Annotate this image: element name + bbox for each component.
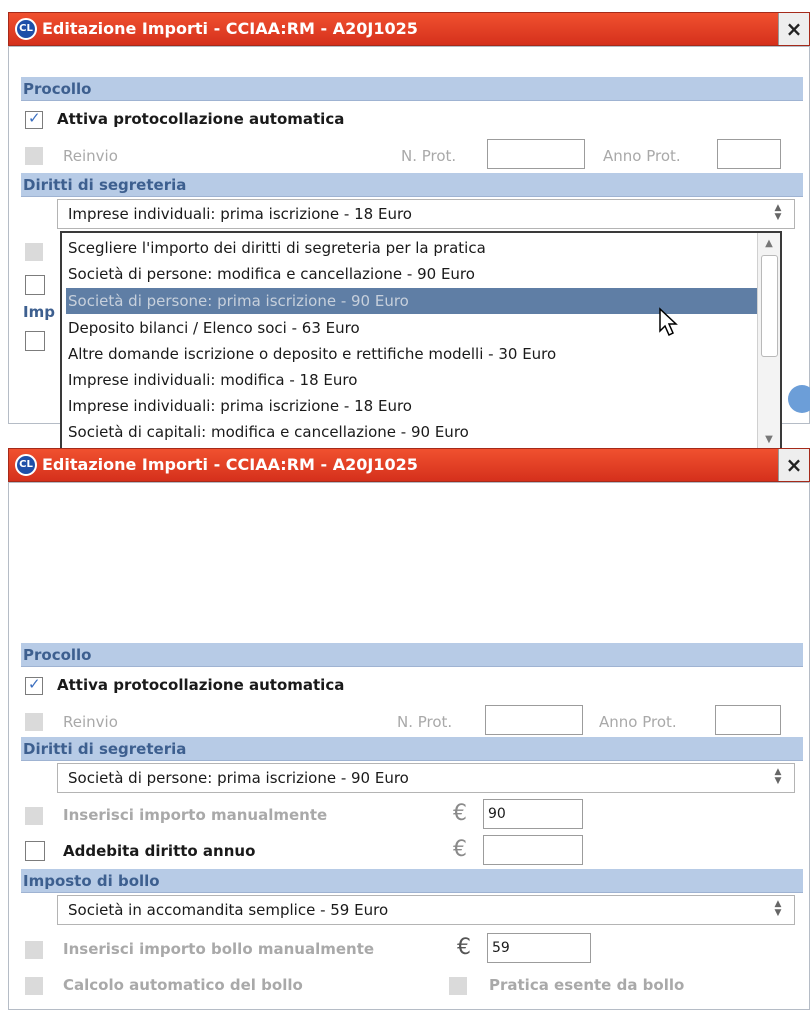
bottom-dialog: CL Editazione Importi - CCIAA:RM - A20J1…: [8, 448, 810, 1010]
diritti-dropdown-list[interactable]: Scegliere l'importo dei diritti di segre…: [60, 231, 782, 453]
window-title: Editazione Importi - CCIAA:RM - A20J1025: [42, 19, 418, 38]
title-bar[interactable]: CL Editazione Importi - CCIAA:RM - A20J1…: [8, 448, 810, 482]
mouse-pointer-icon: [659, 307, 678, 337]
scroll-up-icon[interactable]: ▲: [758, 235, 780, 253]
esente-bollo-checkbox[interactable]: [449, 977, 467, 995]
window-title: Editazione Importi - CCIAA:RM - A20J1025: [42, 455, 418, 474]
attiva-protocollazione-checkbox[interactable]: [25, 675, 43, 695]
dialog-body: Procollo Attiva protocollazione automati…: [8, 482, 810, 1010]
hidden-disabled-checkbox[interactable]: [25, 243, 43, 261]
dropdown-option[interactable]: Società di persone: modifica e cancellaz…: [66, 261, 758, 287]
reinvio-label: Reinvio: [63, 147, 118, 165]
manual-bollo-label: Inserisci importo bollo manualmente: [63, 940, 375, 958]
anno-prot-input[interactable]: [715, 705, 781, 735]
n-prot-input[interactable]: [487, 139, 585, 169]
manual-diritti-row: Inserisci importo manualmente € 90: [21, 799, 801, 829]
esente-bollo-label: Pratica esente da bollo: [489, 976, 685, 994]
euro-icon: €: [453, 801, 467, 826]
anno-prot-input[interactable]: [717, 139, 781, 169]
attiva-protocollazione-checkbox[interactable]: [25, 109, 43, 129]
anno-prot-label: Anno Prot.: [603, 147, 681, 165]
reinvio-label: Reinvio: [63, 713, 118, 731]
attiva-protocollazione-label: Attiva protocollazione automatica: [57, 676, 345, 694]
reinvio-row: Reinvio N. Prot. Anno Prot.: [21, 705, 801, 735]
bollo-select-value: Società in accomandita semplice - 59 Eur…: [68, 901, 389, 919]
section-header-diritti: Diritti di segreteria: [21, 737, 803, 761]
dropdown-option[interactable]: Imprese individuali: modifica - 18 Euro: [66, 367, 758, 393]
top-dialog: CL Editazione Importi - CCIAA:RM - A20J1…: [8, 12, 810, 453]
section-header-procollo: Procollo: [21, 77, 803, 101]
n-prot-label: N. Prot.: [397, 713, 453, 731]
n-prot-label: N. Prot.: [401, 147, 457, 165]
reinvio-checkbox[interactable]: [25, 147, 43, 165]
bollo-options-row: Calcolo automatico del bollo Pratica ese…: [21, 973, 801, 999]
manual-diritti-label: Inserisci importo manualmente: [63, 806, 328, 824]
calcolo-automatico-checkbox[interactable]: [25, 977, 43, 995]
section-header-bollo: Imposto di bollo: [21, 869, 803, 893]
manual-diritti-checkbox[interactable]: [25, 807, 43, 825]
hidden-checkbox[interactable]: [25, 275, 45, 295]
diritto-annuo-checkbox[interactable]: [25, 841, 45, 861]
euro-icon: €: [453, 837, 467, 862]
scroll-down-icon[interactable]: ▼: [758, 431, 780, 449]
select-spinner-icon: ▲ ▼: [774, 767, 782, 786]
select-spinner-icon: ▲ ▼: [774, 203, 782, 222]
anno-prot-label: Anno Prot.: [599, 713, 677, 731]
title-bar[interactable]: CL Editazione Importi - CCIAA:RM - A20J1…: [8, 12, 810, 46]
attiva-protocollazione-label: Attiva protocollazione automatica: [57, 110, 345, 128]
n-prot-input[interactable]: [485, 705, 583, 735]
manual-diritti-input[interactable]: 90: [483, 799, 583, 829]
euro-icon: €: [457, 935, 471, 960]
scroll-thumb[interactable]: [761, 255, 778, 357]
close-icon[interactable]: ×: [778, 449, 809, 481]
hidden-checkbox-2[interactable]: [25, 331, 45, 351]
diritti-select[interactable]: Società di persone: prima iscrizione - 9…: [57, 763, 795, 793]
dropdown-option[interactable]: Imprese individuali: prima iscrizione - …: [66, 393, 758, 419]
bollo-select[interactable]: Società in accomandita semplice - 59 Eur…: [57, 895, 795, 925]
dropdown-option[interactable]: Deposito bilanci / Elenco soci - 63 Euro: [66, 315, 758, 341]
round-action-button[interactable]: [788, 385, 810, 413]
select-spinner-icon: ▲ ▼: [774, 899, 782, 918]
diritti-select[interactable]: Imprese individuali: prima iscrizione - …: [57, 199, 795, 229]
hidden-section-header-fragment: Imp: [23, 303, 55, 321]
section-header-procollo: Procollo: [21, 643, 803, 667]
diritto-annuo-label: Addebita diritto annuo: [63, 842, 256, 860]
reinvio-checkbox[interactable]: [25, 713, 43, 731]
section-header-diritti: Diritti di segreteria: [21, 173, 803, 197]
diritto-annuo-row: Addebita diritto annuo €: [21, 835, 801, 865]
diritti-select-value: Imprese individuali: prima iscrizione - …: [68, 205, 412, 223]
dropdown-option[interactable]: Società di capitali: modifica e cancella…: [66, 419, 758, 445]
diritti-select-value: Società di persone: prima iscrizione - 9…: [68, 769, 409, 787]
dropdown-option-highlighted[interactable]: Società di persone: prima iscrizione - 9…: [66, 288, 758, 314]
dropdown-scrollbar[interactable]: ▲ ▼: [757, 233, 780, 451]
dropdown-option[interactable]: Altre domande iscrizione o deposito e re…: [66, 341, 758, 367]
manual-bollo-row: Inserisci importo bollo manualmente € 59: [21, 933, 801, 963]
app-logo-icon: CL: [15, 454, 37, 476]
calcolo-automatico-label: Calcolo automatico del bollo: [63, 976, 303, 994]
dropdown-option[interactable]: Scegliere l'importo dei diritti di segre…: [66, 235, 758, 261]
app-logo-icon: CL: [15, 18, 37, 40]
manual-bollo-input[interactable]: 59: [487, 933, 591, 963]
manual-bollo-checkbox[interactable]: [25, 941, 43, 959]
diritto-annuo-input[interactable]: [483, 835, 583, 865]
reinvio-row: Reinvio N. Prot. Anno Prot.: [21, 139, 801, 169]
close-icon[interactable]: ×: [778, 13, 809, 45]
